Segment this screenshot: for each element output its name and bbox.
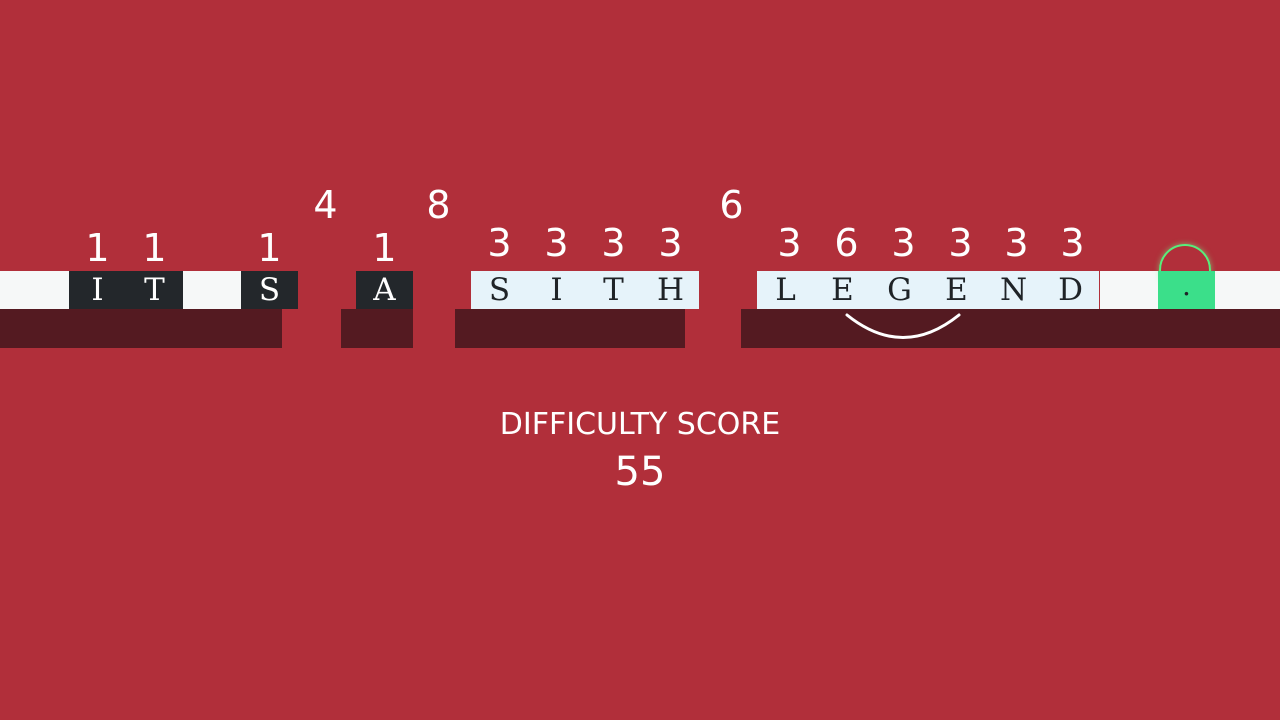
letter-tile[interactable]: T [585, 271, 642, 309]
tile-number: 3 [544, 221, 569, 265]
letter-tile[interactable]: D [1042, 271, 1099, 309]
track-shadow [455, 309, 685, 348]
gap-number: 4 [313, 183, 338, 227]
tile-number: 3 [1060, 221, 1085, 265]
game-stage: I T S A S I T H L E G E N D . 1 1 1 1 3 … [0, 0, 1280, 720]
letter-tile[interactable]: A [356, 271, 413, 309]
tile-number: 3 [891, 221, 916, 265]
letter-tile[interactable]: L [757, 271, 814, 309]
locked-tile[interactable]: . [1158, 271, 1215, 309]
track-shadow [0, 309, 282, 348]
letter-tile[interactable]: G [871, 271, 928, 309]
letter-tile[interactable]: I [528, 271, 585, 309]
gap-number: 6 [719, 183, 744, 227]
difficulty-score-value: 55 [614, 449, 666, 495]
letter-tile[interactable]: E [814, 271, 871, 309]
tile-number: 3 [948, 221, 973, 265]
tile-number: 3 [601, 221, 626, 265]
tile-number: 1 [142, 226, 167, 270]
letter-tile[interactable]: T [126, 271, 183, 309]
tile-number: 6 [834, 221, 859, 265]
track-shadow [341, 309, 413, 348]
tile-number: 3 [777, 221, 802, 265]
letter-tile[interactable]: E [928, 271, 985, 309]
letter-tile[interactable]: S [241, 271, 298, 309]
difficulty-score-label: DIFFICULTY SCORE [499, 407, 781, 442]
letter-tile[interactable]: S [471, 271, 528, 309]
letter-tile[interactable]: H [642, 271, 699, 309]
tile-number: 3 [658, 221, 683, 265]
link-arc [845, 313, 961, 339]
letter-tile[interactable]: N [985, 271, 1042, 309]
tile-number: 1 [85, 226, 110, 270]
tile-number: 1 [372, 226, 397, 270]
letter-tile[interactable]: I [69, 271, 126, 309]
gap-number: 8 [426, 183, 451, 227]
tile-number: 3 [487, 221, 512, 265]
tile-number: 3 [1004, 221, 1029, 265]
track-shadow [741, 309, 1280, 348]
tile-number: 1 [257, 226, 282, 270]
